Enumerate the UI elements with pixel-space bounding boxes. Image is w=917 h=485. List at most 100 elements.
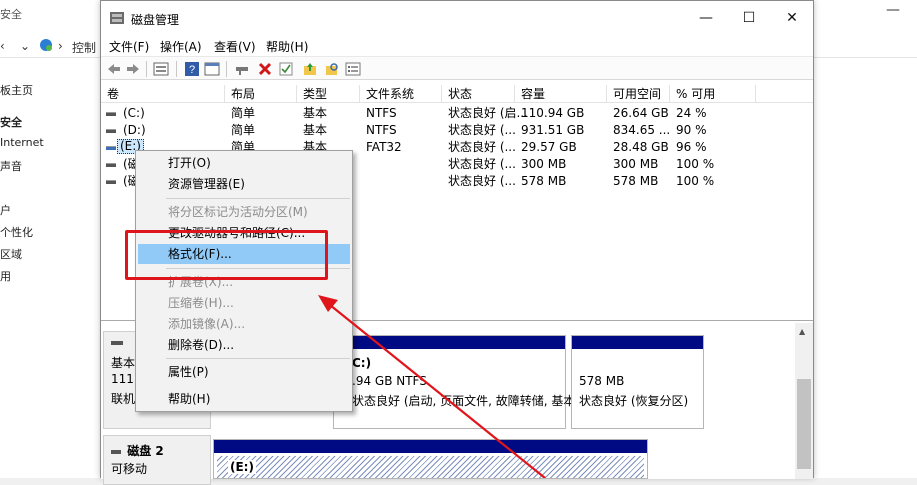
table-row[interactable]: (D:) 简单 基本 NTFS 状态良好 (... 931.51 GB 834.…	[101, 122, 813, 139]
volume-percent-free: 24 %	[676, 106, 707, 120]
column-header-status[interactable]: 状态	[442, 85, 515, 103]
drive-icon	[106, 112, 116, 116]
breadcrumb[interactable]: 控制	[72, 39, 96, 56]
volume-free-space: 834.65 ...	[613, 123, 671, 137]
menu-item-open[interactable]: 打开(O)	[138, 153, 350, 173]
highlight-box-annotation	[125, 230, 328, 280]
partition-c[interactable]: C:) .94 GB NTFS 状态良好 (启动, 页面文件, 故障转储, 基本…	[333, 335, 587, 429]
chevron-down-icon[interactable]: ⌄	[20, 39, 30, 53]
menu-item-shrink-volume: 压缩卷(H)...	[168, 296, 234, 310]
volume-status: 状态良好 (...	[448, 123, 516, 137]
volume-layout: 简单	[231, 106, 256, 120]
volume-percent-free: 90 %	[676, 123, 707, 137]
background-minimize-button[interactable]: —	[886, 2, 917, 26]
disk-type: 基本	[111, 356, 136, 370]
volume-filesystem: NTFS	[366, 106, 397, 120]
svg-text:?: ?	[189, 64, 195, 76]
search-icon[interactable]	[324, 61, 340, 77]
disk-status: 联机	[111, 392, 136, 406]
properties-icon[interactable]	[153, 61, 169, 77]
nav-item[interactable]: Internet	[0, 136, 44, 149]
menu-item-help[interactable]: 帮助(H)	[138, 389, 350, 409]
column-header-layout[interactable]: 布局	[225, 85, 297, 103]
volume-free-space: 578 MB	[613, 174, 659, 188]
volume-status: 状态良好 (...	[448, 140, 516, 154]
close-button[interactable]: ✕	[769, 1, 815, 35]
volume-percent-free: 100 %	[676, 174, 715, 188]
background-window-title: 安全	[0, 8, 22, 21]
nav-item[interactable]: 用	[0, 268, 11, 284]
nav-item[interactable]: 声音	[0, 158, 22, 174]
menu-action[interactable]: 操作(A)	[160, 38, 202, 55]
menu-item-mark-active: 将分区标记为活动分区(M)	[168, 205, 308, 219]
menu-file[interactable]: 文件(F)	[109, 38, 149, 55]
back-arrow-icon[interactable]: ‹	[0, 39, 5, 53]
disk-size: 111.	[111, 372, 138, 386]
menu-item-add-mirror: 添加镜像(A)...	[168, 317, 246, 331]
partition-label: (E:)	[228, 460, 256, 474]
drive-icon	[106, 180, 116, 184]
scroll-thumb[interactable]	[797, 379, 811, 469]
volume-percent-free: 100 %	[676, 157, 715, 171]
menu-item-delete-volume[interactable]: 删除卷(D)...	[138, 335, 350, 355]
view-icon[interactable]	[204, 61, 220, 77]
volume-layout: 简单	[231, 123, 256, 137]
partition-e[interactable]: (E:)	[213, 439, 648, 479]
disk-pane-scrollbar[interactable]: ▲	[795, 323, 813, 479]
volume-capacity: 29.57 GB	[521, 140, 577, 154]
volume-free-space: 28.48 GB	[613, 140, 669, 154]
help-icon[interactable]: ?	[184, 61, 200, 77]
check-icon[interactable]	[278, 61, 294, 77]
disk-name-text: 磁盘 2	[127, 444, 164, 458]
partition-size: 578 MB	[579, 374, 625, 388]
nav-item[interactable]: 个性化	[0, 224, 33, 240]
column-header-type[interactable]: 类型	[297, 85, 360, 103]
nav-item[interactable]: 板主页	[0, 82, 33, 98]
volume-type: 基本	[303, 123, 328, 137]
scroll-up-icon[interactable]: ▲	[799, 327, 805, 336]
connect-icon[interactable]	[234, 61, 250, 77]
menu-bar: 文件(F) 操作(A) 查看(V) 帮助(H)	[101, 35, 813, 55]
volume-free-space: 300 MB	[613, 157, 659, 171]
nav-item[interactable]: 安全	[0, 114, 22, 130]
disk-management-app-icon	[110, 12, 124, 24]
menu-view[interactable]: 查看(V)	[214, 38, 256, 55]
partition-recovery[interactable]: 578 MB 状态良好 (恢复分区)	[571, 335, 704, 429]
folder-up-icon[interactable]	[302, 61, 318, 77]
back-icon[interactable]	[106, 61, 122, 77]
disk-icon	[111, 336, 125, 350]
toolbar: ?	[101, 56, 813, 80]
nav-item[interactable]: 户	[0, 202, 11, 218]
disk-name: 磁盘 2	[111, 442, 164, 459]
partition-label: C:)	[352, 356, 372, 370]
volume-list-header: 卷 布局 类型 文件系统 状态 容量 可用空间 % 可用	[101, 85, 813, 103]
partition-size: .94 GB NTFS	[352, 374, 427, 388]
minimize-button[interactable]: —	[683, 1, 729, 35]
volume-filesystem: NTFS	[366, 123, 397, 137]
partition-status: 状态良好 (启动, 页面文件, 故障转储, 基本数	[352, 394, 588, 408]
drive-icon	[106, 129, 116, 133]
volume-capacity: 300 MB	[521, 157, 567, 171]
list-icon[interactable]	[345, 61, 361, 77]
table-row[interactable]: (C:) 简单 基本 NTFS 状态良好 (启... 110.94 GB 26.…	[101, 105, 813, 122]
volume-capacity: 578 MB	[521, 174, 567, 188]
volume-name: (D:)	[123, 123, 146, 137]
column-header-capacity[interactable]: 容量	[515, 85, 607, 103]
menu-item-explorer[interactable]: 资源管理器(E)	[138, 174, 350, 194]
column-header-volume[interactable]: 卷	[101, 85, 225, 103]
delete-icon[interactable]	[257, 61, 273, 77]
volume-percent-free: 96 %	[676, 140, 707, 154]
column-header-percent-free[interactable]: % 可用	[670, 85, 756, 103]
column-header-filesystem[interactable]: 文件系统	[360, 85, 442, 103]
nav-item[interactable]: 区域	[0, 246, 22, 262]
title-bar[interactable]: 磁盘管理 — ☐ ✕	[101, 1, 813, 35]
volume-capacity: 110.94 GB	[521, 106, 585, 120]
menu-help[interactable]: 帮助(H)	[266, 38, 308, 55]
menu-item-properties[interactable]: 属性(P)	[138, 362, 350, 382]
context-menu: 打开(O) 资源管理器(E) 将分区标记为活动分区(M) 更改驱动器号和路径(C…	[135, 150, 353, 412]
forward-icon[interactable]	[125, 61, 141, 77]
drive-icon	[106, 163, 116, 167]
window-title: 磁盘管理	[131, 13, 180, 27]
column-header-free-space[interactable]: 可用空间	[607, 85, 670, 103]
maximize-button[interactable]: ☐	[726, 1, 772, 35]
